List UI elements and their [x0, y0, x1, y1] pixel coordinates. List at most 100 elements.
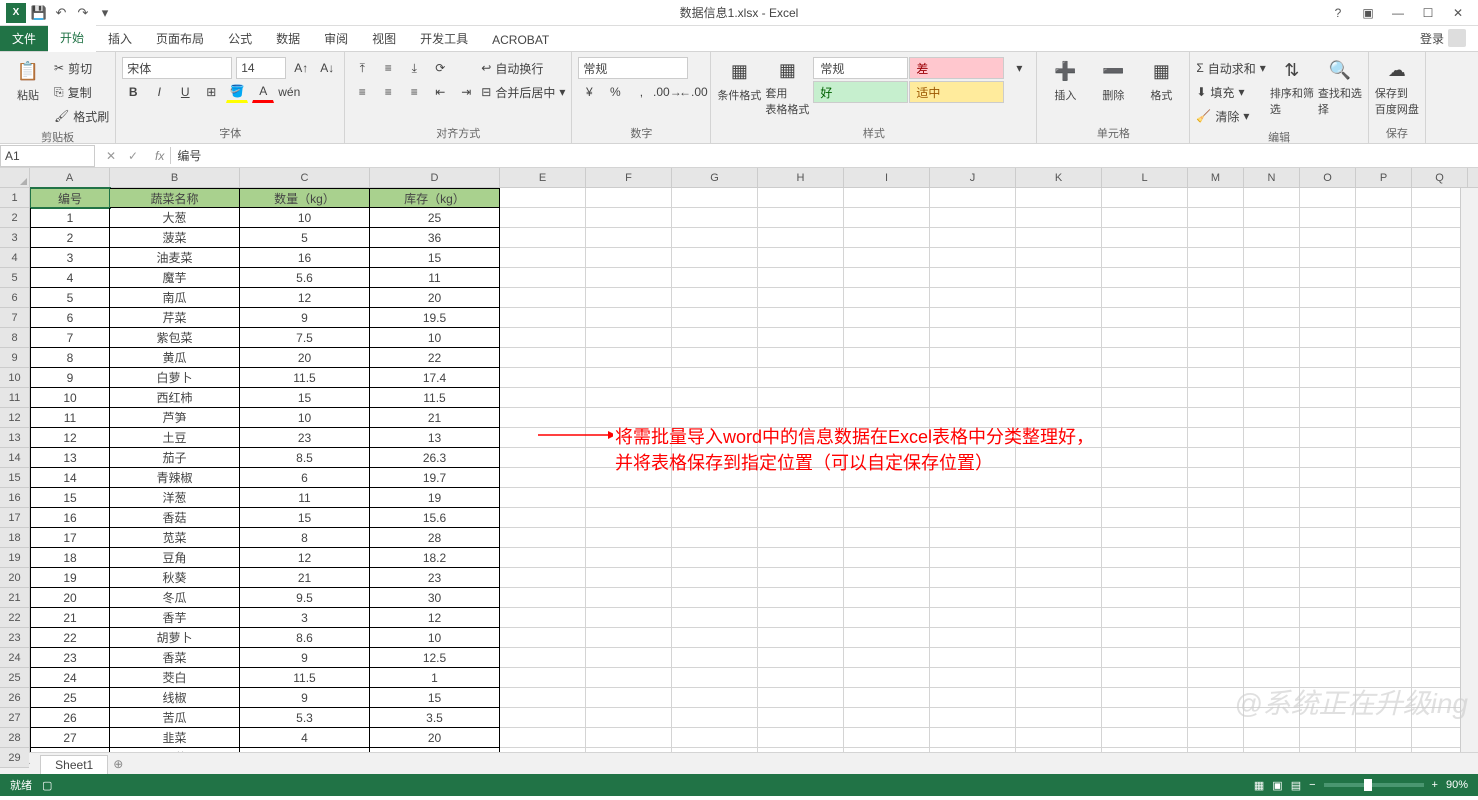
cell[interactable]: 8 [240, 528, 370, 548]
cell[interactable] [1188, 488, 1244, 508]
cell[interactable] [1102, 328, 1188, 348]
col-header[interactable]: Q [1412, 168, 1468, 187]
cell[interactable] [930, 388, 1016, 408]
cell[interactable] [1300, 608, 1356, 628]
tab-review[interactable]: 审阅 [312, 26, 360, 51]
cell[interactable] [1102, 188, 1188, 208]
cell[interactable]: 14 [30, 468, 110, 488]
cell[interactable] [1356, 748, 1412, 752]
cell[interactable]: 21 [240, 568, 370, 588]
cell[interactable]: 12 [240, 288, 370, 308]
cell[interactable] [500, 268, 586, 288]
cell[interactable] [1356, 268, 1412, 288]
phonetic-button[interactable]: wén [278, 81, 300, 103]
cell[interactable]: 25 [30, 688, 110, 708]
cell[interactable] [672, 648, 758, 668]
cell[interactable] [586, 668, 672, 688]
cell[interactable] [758, 208, 844, 228]
cell[interactable] [1016, 308, 1102, 328]
cell[interactable] [1300, 208, 1356, 228]
cell[interactable] [586, 648, 672, 668]
row-header[interactable]: 25 [0, 668, 29, 688]
cell[interactable] [758, 688, 844, 708]
cell[interactable] [758, 488, 844, 508]
cell[interactable] [586, 248, 672, 268]
cell[interactable] [1102, 588, 1188, 608]
cell[interactable] [1102, 428, 1188, 448]
cell[interactable] [1244, 268, 1300, 288]
cell[interactable] [844, 668, 930, 688]
cell[interactable] [1300, 548, 1356, 568]
cell[interactable]: 4 [240, 728, 370, 748]
tab-home[interactable]: 开始 [48, 25, 96, 52]
cell[interactable] [586, 208, 672, 228]
cell[interactable] [1188, 268, 1244, 288]
zoom-level[interactable]: 90% [1446, 779, 1468, 791]
tab-formulas[interactable]: 公式 [216, 26, 264, 51]
cell[interactable]: 蔬菜名称 [110, 188, 240, 208]
col-header[interactable]: J [930, 168, 1016, 187]
cell[interactable] [1102, 708, 1188, 728]
cell[interactable]: 11.5 [240, 668, 370, 688]
cell[interactable]: 10 [370, 328, 500, 348]
row-header[interactable]: 22 [0, 608, 29, 628]
row-header[interactable]: 19 [0, 548, 29, 568]
cell[interactable] [1244, 408, 1300, 428]
cell[interactable] [672, 388, 758, 408]
cell[interactable] [672, 588, 758, 608]
cell[interactable]: 库存（kg） [370, 188, 500, 208]
cell[interactable] [1188, 728, 1244, 748]
cell[interactable] [758, 188, 844, 208]
cell[interactable] [1016, 688, 1102, 708]
cell[interactable] [1016, 188, 1102, 208]
cell[interactable] [1356, 728, 1412, 748]
cell[interactable] [586, 608, 672, 628]
cell[interactable] [844, 188, 930, 208]
cell[interactable] [1356, 368, 1412, 388]
col-header[interactable]: G [672, 168, 758, 187]
cell[interactable]: 韭菜 [110, 728, 240, 748]
cell[interactable] [1300, 388, 1356, 408]
cell[interactable] [1102, 448, 1188, 468]
cell[interactable] [500, 368, 586, 388]
cell[interactable] [1300, 188, 1356, 208]
cell[interactable] [1188, 248, 1244, 268]
row-header[interactable]: 4 [0, 248, 29, 268]
cell[interactable] [1188, 468, 1244, 488]
formatpainter-button[interactable]: 🖌格式刷 [54, 105, 109, 127]
cell[interactable] [844, 388, 930, 408]
cell[interactable]: 香芋 [110, 608, 240, 628]
cell[interactable]: 秋葵 [110, 568, 240, 588]
cell[interactable] [1188, 548, 1244, 568]
cell[interactable]: 12 [370, 608, 500, 628]
row-header[interactable]: 12 [0, 408, 29, 428]
cell[interactable]: 20 [370, 288, 500, 308]
cell[interactable]: 19.7 [370, 468, 500, 488]
cell[interactable]: 25 [370, 208, 500, 228]
cell[interactable]: 8.6 [240, 628, 370, 648]
cell[interactable] [844, 608, 930, 628]
cell[interactable] [1356, 568, 1412, 588]
cell[interactable] [930, 528, 1016, 548]
cell[interactable] [1102, 548, 1188, 568]
cell[interactable]: 23 [370, 568, 500, 588]
cell[interactable]: 20 [370, 728, 500, 748]
col-header[interactable]: C [240, 168, 370, 187]
row-header[interactable]: 10 [0, 368, 29, 388]
cell[interactable] [1102, 648, 1188, 668]
currency-icon[interactable]: ¥ [578, 81, 600, 103]
cell[interactable] [500, 648, 586, 668]
cell[interactable] [1102, 668, 1188, 688]
cell[interactable] [1244, 608, 1300, 628]
undo-icon[interactable]: ↶ [52, 4, 70, 22]
save-icon[interactable]: 💾 [30, 4, 48, 22]
row-header[interactable]: 18 [0, 528, 29, 548]
cell[interactable]: 7 [30, 328, 110, 348]
cell[interactable] [500, 748, 586, 752]
cell[interactable]: 15 [370, 248, 500, 268]
wrap-text-button[interactable]: ↩自动换行 [481, 57, 565, 79]
cell[interactable]: 9.5 [240, 588, 370, 608]
cell[interactable] [586, 688, 672, 708]
cell[interactable] [672, 748, 758, 752]
cell[interactable]: 8 [30, 348, 110, 368]
